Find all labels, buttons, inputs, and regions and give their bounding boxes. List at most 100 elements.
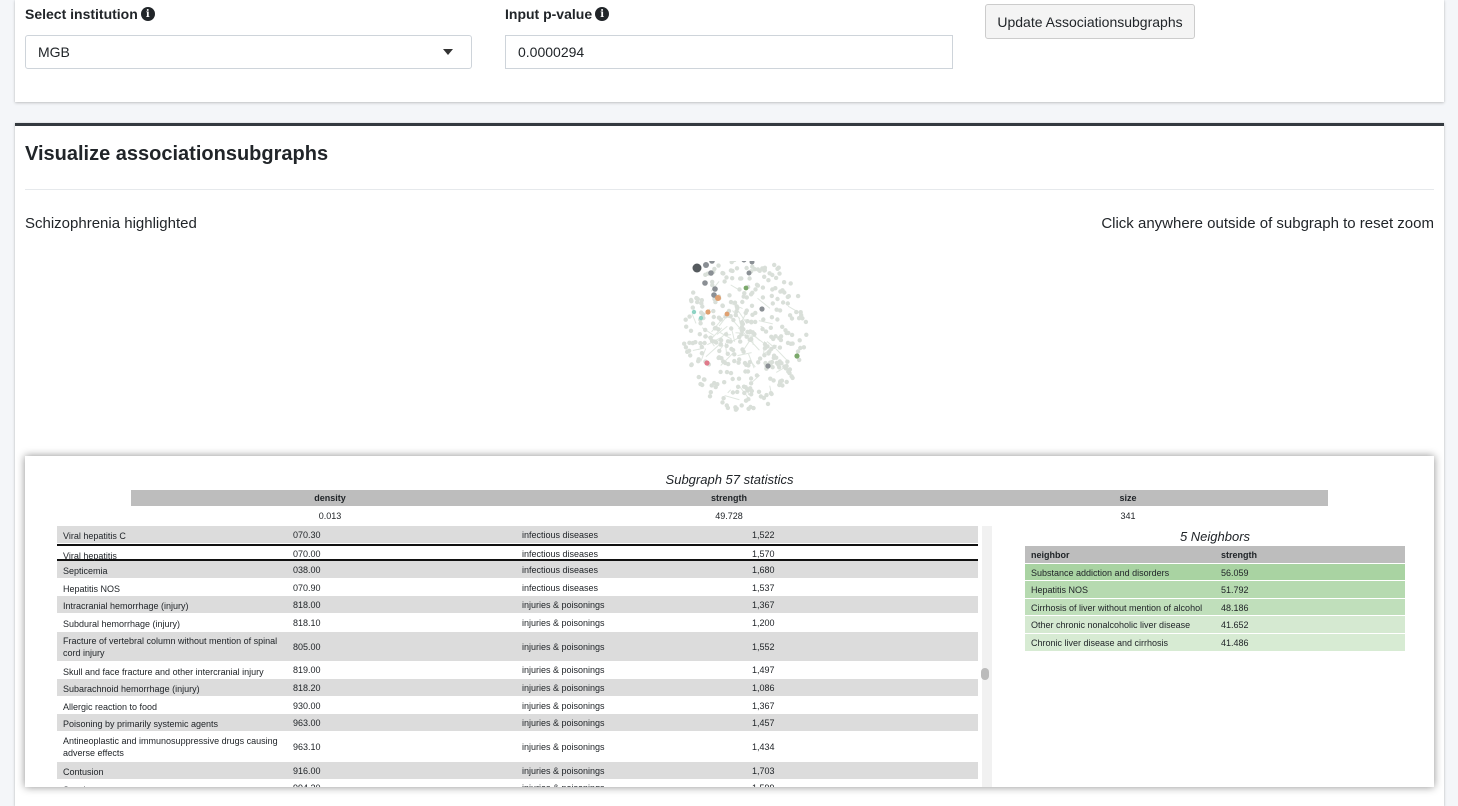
graph-node[interactable] <box>747 276 751 280</box>
graph-node[interactable] <box>738 339 742 343</box>
graph-node[interactable] <box>753 320 757 324</box>
graph-node[interactable] <box>700 351 704 355</box>
graph-node[interactable] <box>749 381 753 385</box>
graph-node[interactable] <box>735 390 739 394</box>
highlighted-graph-node[interactable] <box>692 310 696 314</box>
graph-node[interactable] <box>703 334 707 338</box>
graph-node[interactable] <box>714 340 718 344</box>
graph-node[interactable] <box>712 315 716 319</box>
graph-node[interactable] <box>740 320 744 324</box>
graph-node[interactable] <box>731 377 735 381</box>
graph-node[interactable] <box>790 333 794 337</box>
subgraph-network[interactable] <box>670 261 820 426</box>
pvalue-input[interactable]: 0.0000294 <box>505 35 953 69</box>
graph-node[interactable] <box>755 283 759 287</box>
scrollbar-track[interactable] <box>982 526 992 787</box>
graph-node[interactable] <box>737 377 741 381</box>
graph-node[interactable] <box>722 279 726 283</box>
graph-node[interactable] <box>743 361 747 365</box>
graph-node[interactable] <box>779 361 783 365</box>
graph-node[interactable] <box>719 338 723 342</box>
graph-node[interactable] <box>771 337 775 341</box>
highlighted-graph-node[interactable] <box>744 286 749 291</box>
graph-node[interactable] <box>748 405 752 409</box>
graph-node[interactable] <box>764 393 768 397</box>
graph-node[interactable] <box>775 317 779 321</box>
graph-node[interactable] <box>778 289 782 293</box>
info-icon[interactable]: i <box>595 7 609 21</box>
graph-node[interactable] <box>771 378 775 382</box>
graph-node[interactable] <box>777 271 781 275</box>
graph-node[interactable] <box>693 340 697 344</box>
graph-node[interactable] <box>788 367 792 371</box>
graph-node[interactable] <box>724 332 728 336</box>
table-row[interactable]: Contusion916.00injuries & poisonings1,70… <box>57 762 978 780</box>
graph-node[interactable] <box>761 295 765 299</box>
graph-node[interactable] <box>785 360 789 364</box>
table-row[interactable]: Hepatitis NOS070.90infectious diseases1,… <box>57 579 978 597</box>
graph-node[interactable] <box>761 317 765 321</box>
table-row[interactable]: Sepsis994.20injuries & poisonings1,599 <box>57 780 978 787</box>
graph-node[interactable] <box>744 399 748 403</box>
graph-node[interactable] <box>771 301 775 305</box>
graph-node[interactable] <box>787 294 791 298</box>
graph-node[interactable] <box>737 287 741 291</box>
graph-node[interactable] <box>712 381 716 385</box>
graph-node[interactable] <box>698 332 702 336</box>
graph-node[interactable] <box>744 266 748 270</box>
highlighted-graph-node[interactable] <box>708 270 714 276</box>
subgraph-nodes-table[interactable]: Viral hepatitis C070.30infectious diseas… <box>57 526 978 787</box>
highlighted-graph-node[interactable] <box>759 306 764 311</box>
graph-node[interactable] <box>691 290 695 294</box>
highlighted-graph-node[interactable] <box>705 309 710 314</box>
scrollbar-thumb[interactable] <box>981 668 989 680</box>
graph-node[interactable] <box>708 394 712 398</box>
graph-node[interactable] <box>777 383 781 387</box>
graph-node[interactable] <box>691 305 695 309</box>
graph-node[interactable] <box>775 267 779 271</box>
graph-node[interactable] <box>799 310 803 314</box>
graph-node[interactable] <box>748 386 752 390</box>
graph-node[interactable] <box>770 315 774 319</box>
graph-node[interactable] <box>703 328 707 332</box>
neighbor-row[interactable]: Cirrhosis of liver without mention of al… <box>1025 599 1405 617</box>
table-row[interactable]: Skull and face fracture and other interc… <box>57 662 978 680</box>
graph-node[interactable] <box>697 375 701 379</box>
graph-node[interactable] <box>720 271 724 275</box>
highlighted-graph-node[interactable] <box>794 353 799 358</box>
neighbor-row[interactable]: Hepatitis NOS51.792 <box>1025 581 1405 599</box>
graph-node[interactable] <box>718 342 722 346</box>
graph-node[interactable] <box>750 265 754 269</box>
graph-node[interactable] <box>700 383 704 387</box>
update-associationsubgraphs-button[interactable]: Update Associationsubgraphs <box>985 4 1195 39</box>
graph-node[interactable] <box>689 363 693 367</box>
graph-node[interactable] <box>682 342 686 346</box>
graph-node[interactable] <box>724 275 728 279</box>
graph-node[interactable] <box>716 327 720 331</box>
graph-node[interactable] <box>730 269 734 273</box>
graph-node[interactable] <box>750 313 754 317</box>
neighbor-row[interactable]: Substance addiction and disorders56.059 <box>1025 564 1405 582</box>
graph-node[interactable] <box>730 276 734 280</box>
graph-node[interactable] <box>688 353 692 357</box>
graph-node[interactable] <box>770 273 774 277</box>
graph-node[interactable] <box>689 329 693 333</box>
graph-node[interactable] <box>762 268 766 272</box>
info-icon[interactable]: i <box>141 7 155 21</box>
table-row[interactable]: Subarachnoid hemorrhage (injury)818.20in… <box>57 679 978 697</box>
graph-node[interactable] <box>755 373 759 377</box>
graph-node[interactable] <box>742 294 746 298</box>
graph-node[interactable] <box>753 287 757 291</box>
graph-node[interactable] <box>702 377 706 381</box>
graph-node[interactable] <box>745 308 749 312</box>
table-row[interactable]: Intracranial hemorrhage (injury)818.00in… <box>57 596 978 614</box>
highlighted-graph-node[interactable] <box>703 262 709 268</box>
graph-node[interactable] <box>729 326 733 330</box>
graph-node[interactable] <box>709 390 713 394</box>
graph-node[interactable] <box>740 328 744 332</box>
graph-node[interactable] <box>770 294 774 298</box>
graph-node[interactable] <box>760 327 764 331</box>
graph-node[interactable] <box>735 266 739 270</box>
graph-node[interactable] <box>719 317 723 321</box>
graph-node[interactable] <box>781 300 785 304</box>
